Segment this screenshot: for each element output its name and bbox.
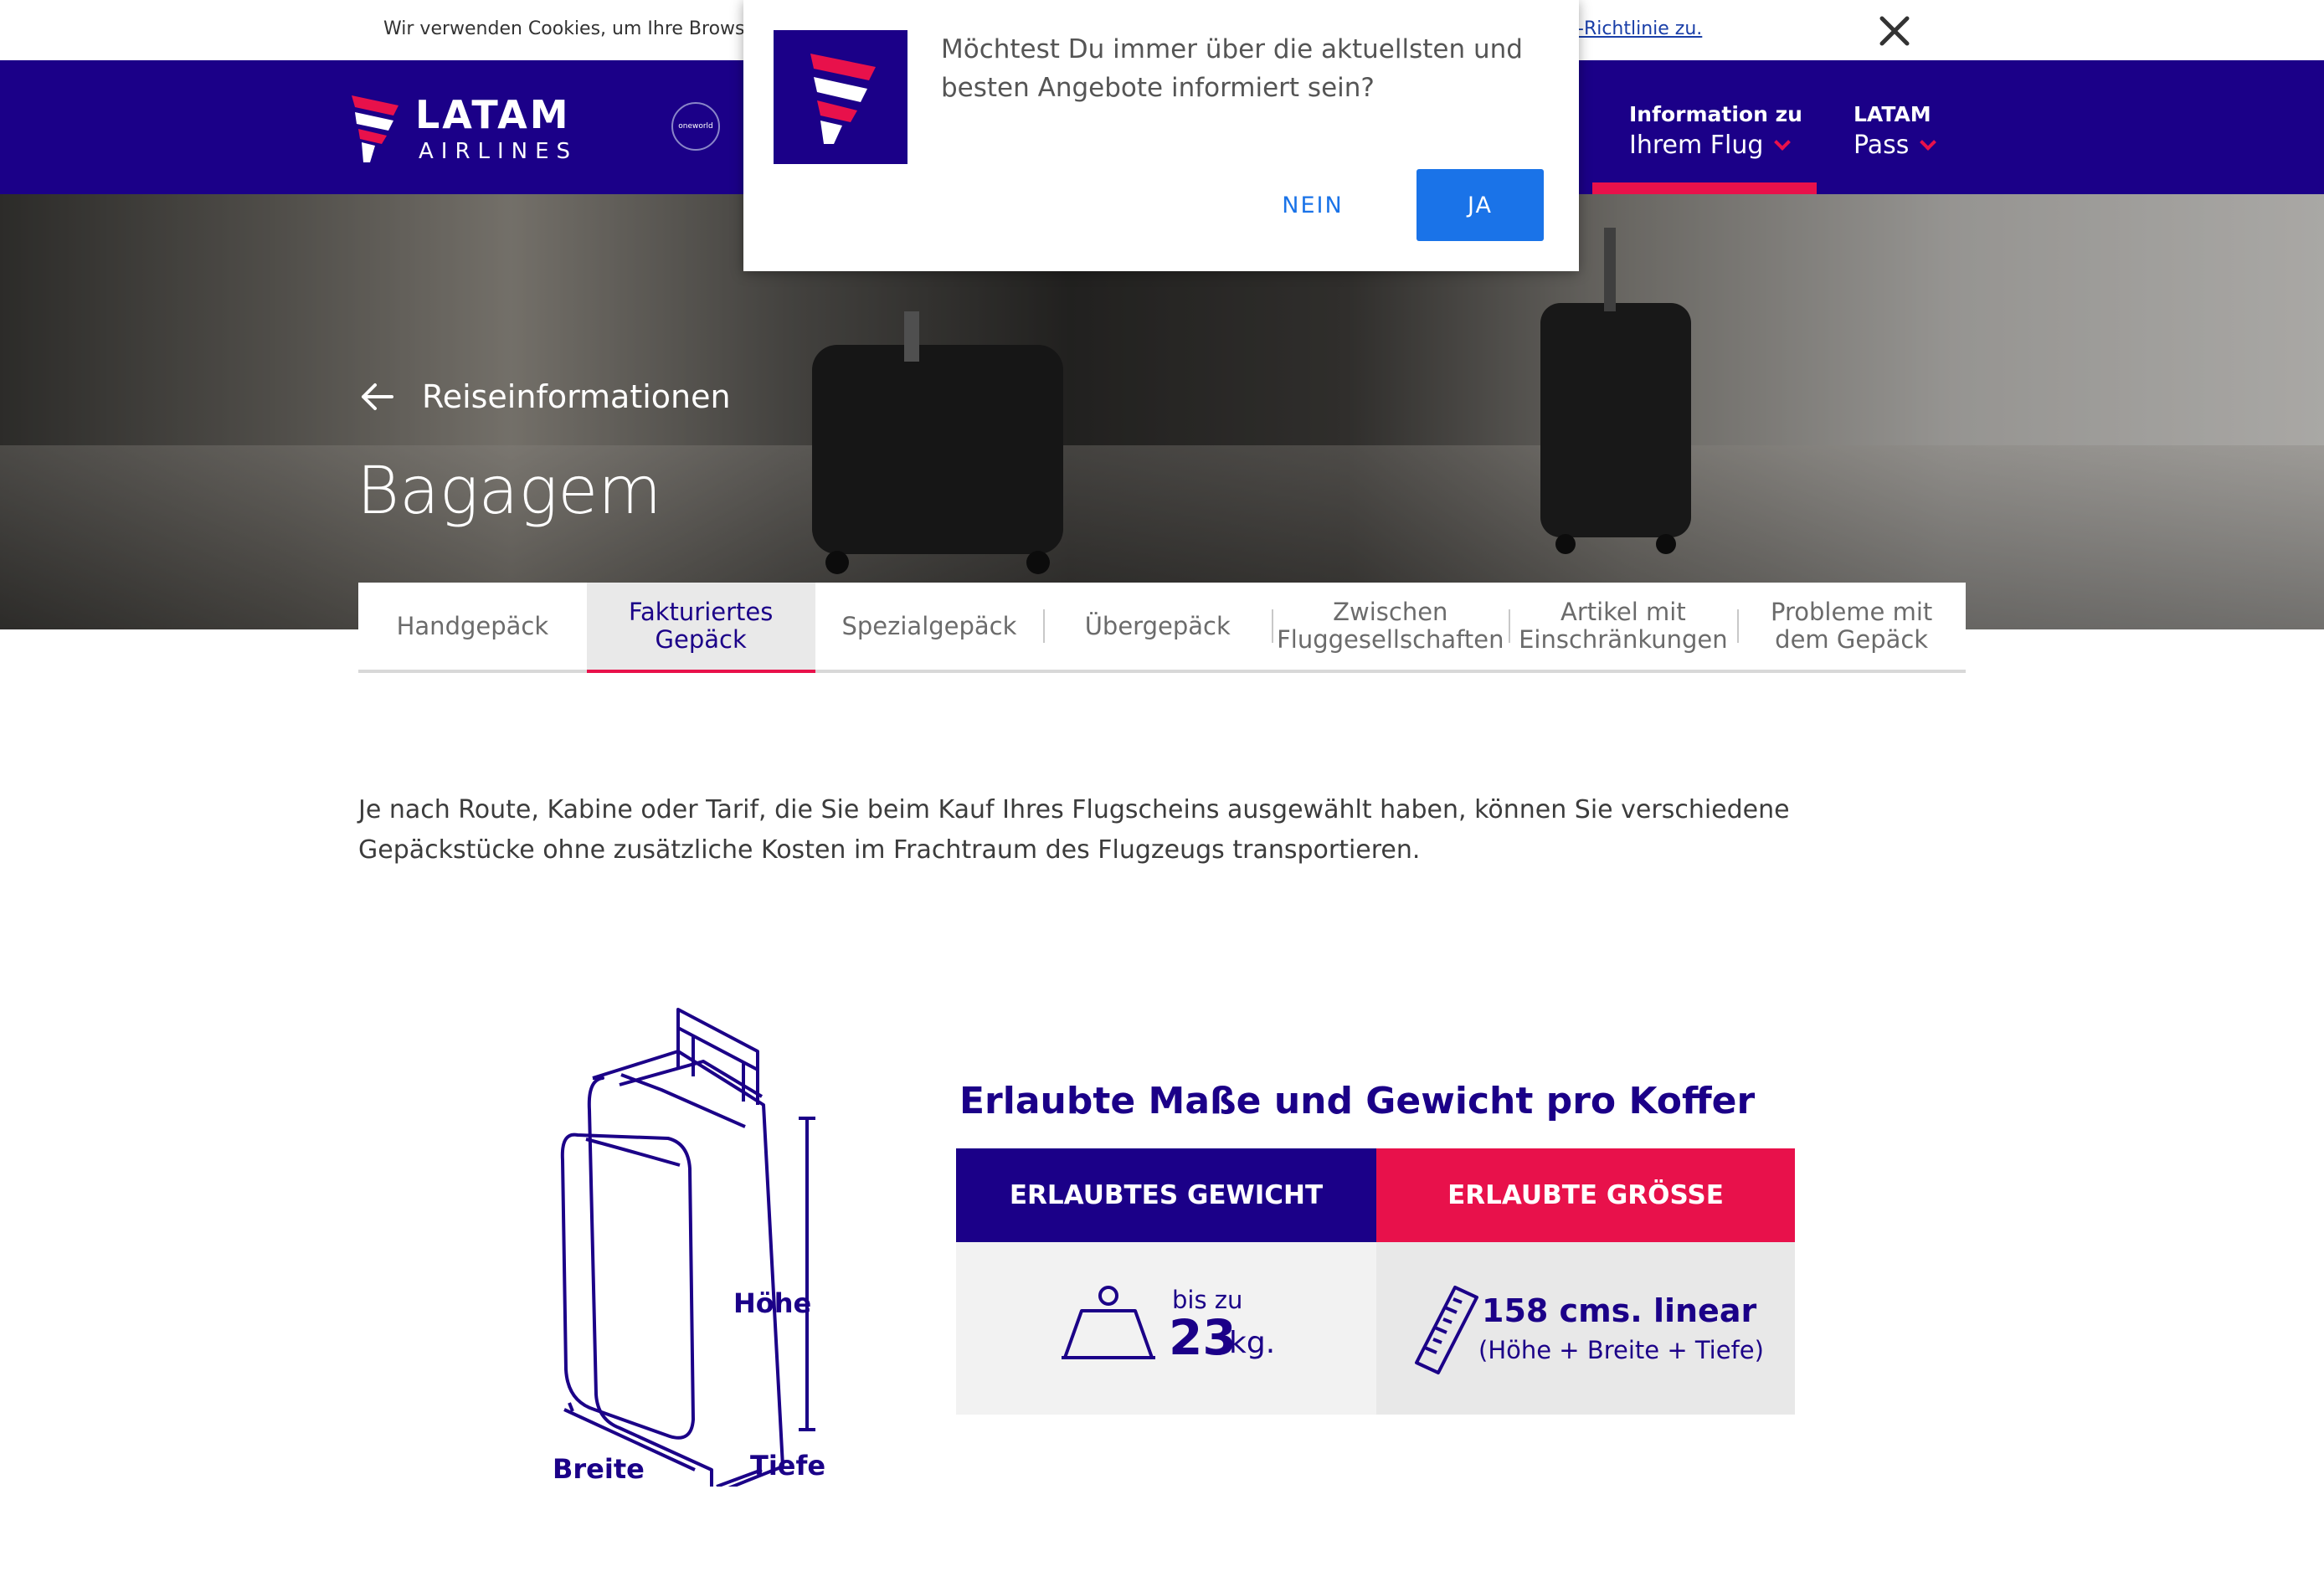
ruler-icon xyxy=(1415,1286,1478,1374)
size-header: ERLAUBTE GRÖSSE xyxy=(1376,1148,1795,1242)
dim-depth-label: Tiefe xyxy=(750,1450,825,1482)
nav-flight-info[interactable]: Information zu Ihrem Flug xyxy=(1592,60,1817,194)
baggage-tabs: Handgepäck Fakturiertes Gepäck Spezialge… xyxy=(358,583,1966,673)
cookie-policy-link[interactable]: -Richtlinie zu. xyxy=(1577,18,1702,39)
weight-value: 23 xyxy=(1169,1309,1237,1366)
chevron-down-icon xyxy=(1920,134,1937,151)
latam-logo[interactable]: LATAM AIRLINES xyxy=(350,85,618,169)
logo-wordmark: LATAM xyxy=(415,92,571,137)
latam-app-icon xyxy=(774,30,907,164)
breadcrumb[interactable]: Reiseinformationen xyxy=(358,378,731,415)
dim-width-label: Breite xyxy=(553,1453,645,1485)
cookie-text: Wir verwenden Cookies, um Ihre Browser- xyxy=(383,18,769,39)
latam-logo-mark-icon xyxy=(352,95,398,162)
suitcase-illustration: Höhe Breite Tiefe xyxy=(553,1008,825,1487)
scale-weight-icon xyxy=(1062,1286,1155,1359)
decline-button[interactable]: NEIN xyxy=(1262,169,1363,241)
size-panel: 158 cms. linear (Höhe + Breite + Tiefe) xyxy=(1376,1242,1795,1415)
nav-flight-info-label: Ihrem Flug xyxy=(1629,131,1764,160)
tab-probleme-mit-dem-gepaeck[interactable]: Probleme mit dem Gepäck xyxy=(1737,583,1966,670)
size-value: 158 cms. linear xyxy=(1482,1292,1757,1329)
oneworld-badge: oneworld xyxy=(671,102,720,151)
tab-uebergepaeck[interactable]: Übergepäck xyxy=(1043,583,1272,670)
page-title: Bagagem xyxy=(357,454,662,529)
weight-header: ERLAUBTES GEWICHT xyxy=(956,1148,1376,1242)
chevron-down-icon xyxy=(1774,134,1792,151)
close-icon[interactable] xyxy=(1875,12,1914,50)
tab-spezialgepaeck[interactable]: Spezialgepäck xyxy=(815,583,1044,670)
nav-latam-pass-bottom: Pass xyxy=(1854,131,1937,160)
nav-flight-info-top: Information zu xyxy=(1629,102,1802,126)
back-arrow-icon[interactable] xyxy=(358,378,395,415)
tab-artikel-mit-einschraenkungen[interactable]: Artikel mit Einschränkungen xyxy=(1509,583,1737,670)
dim-height-label: Höhe xyxy=(733,1287,811,1319)
weight-unit: kg. xyxy=(1229,1326,1276,1360)
nav-latam-pass-top: LATAM xyxy=(1854,102,1931,126)
breadcrumb-label[interactable]: Reiseinformationen xyxy=(422,378,731,415)
accept-button[interactable]: JA xyxy=(1417,169,1544,241)
tab-zwischen-fluggesellschaften[interactable]: Zwischen Fluggesellschaften xyxy=(1272,583,1509,670)
nav-flight-info-bottom: Ihrem Flug xyxy=(1629,131,1792,160)
weight-panel: bis zu 23 kg. xyxy=(956,1242,1376,1415)
intro-text: Je nach Route, Kabine oder Tarif, die Si… xyxy=(358,795,1790,865)
tab-handgepaeck[interactable]: Handgepäck xyxy=(358,583,587,670)
infographic-title: Erlaubte Maße und Gewicht pro Koffer xyxy=(959,1080,1756,1122)
tab-fakturiertes-gepaeck[interactable]: Fakturiertes Gepäck xyxy=(586,583,815,673)
logo-subtitle: AIRLINES xyxy=(419,139,578,164)
nav-latam-pass[interactable]: LATAM Pass xyxy=(1817,60,1951,182)
notification-prompt: Möchtest Du immer über die aktuellsten u… xyxy=(743,0,1579,271)
nav-latam-pass-label: Pass xyxy=(1854,131,1910,160)
size-note: (Höhe + Breite + Tiefe) xyxy=(1478,1336,1764,1364)
prompt-text: Möchtest Du immer über die aktuellsten u… xyxy=(941,34,1523,103)
